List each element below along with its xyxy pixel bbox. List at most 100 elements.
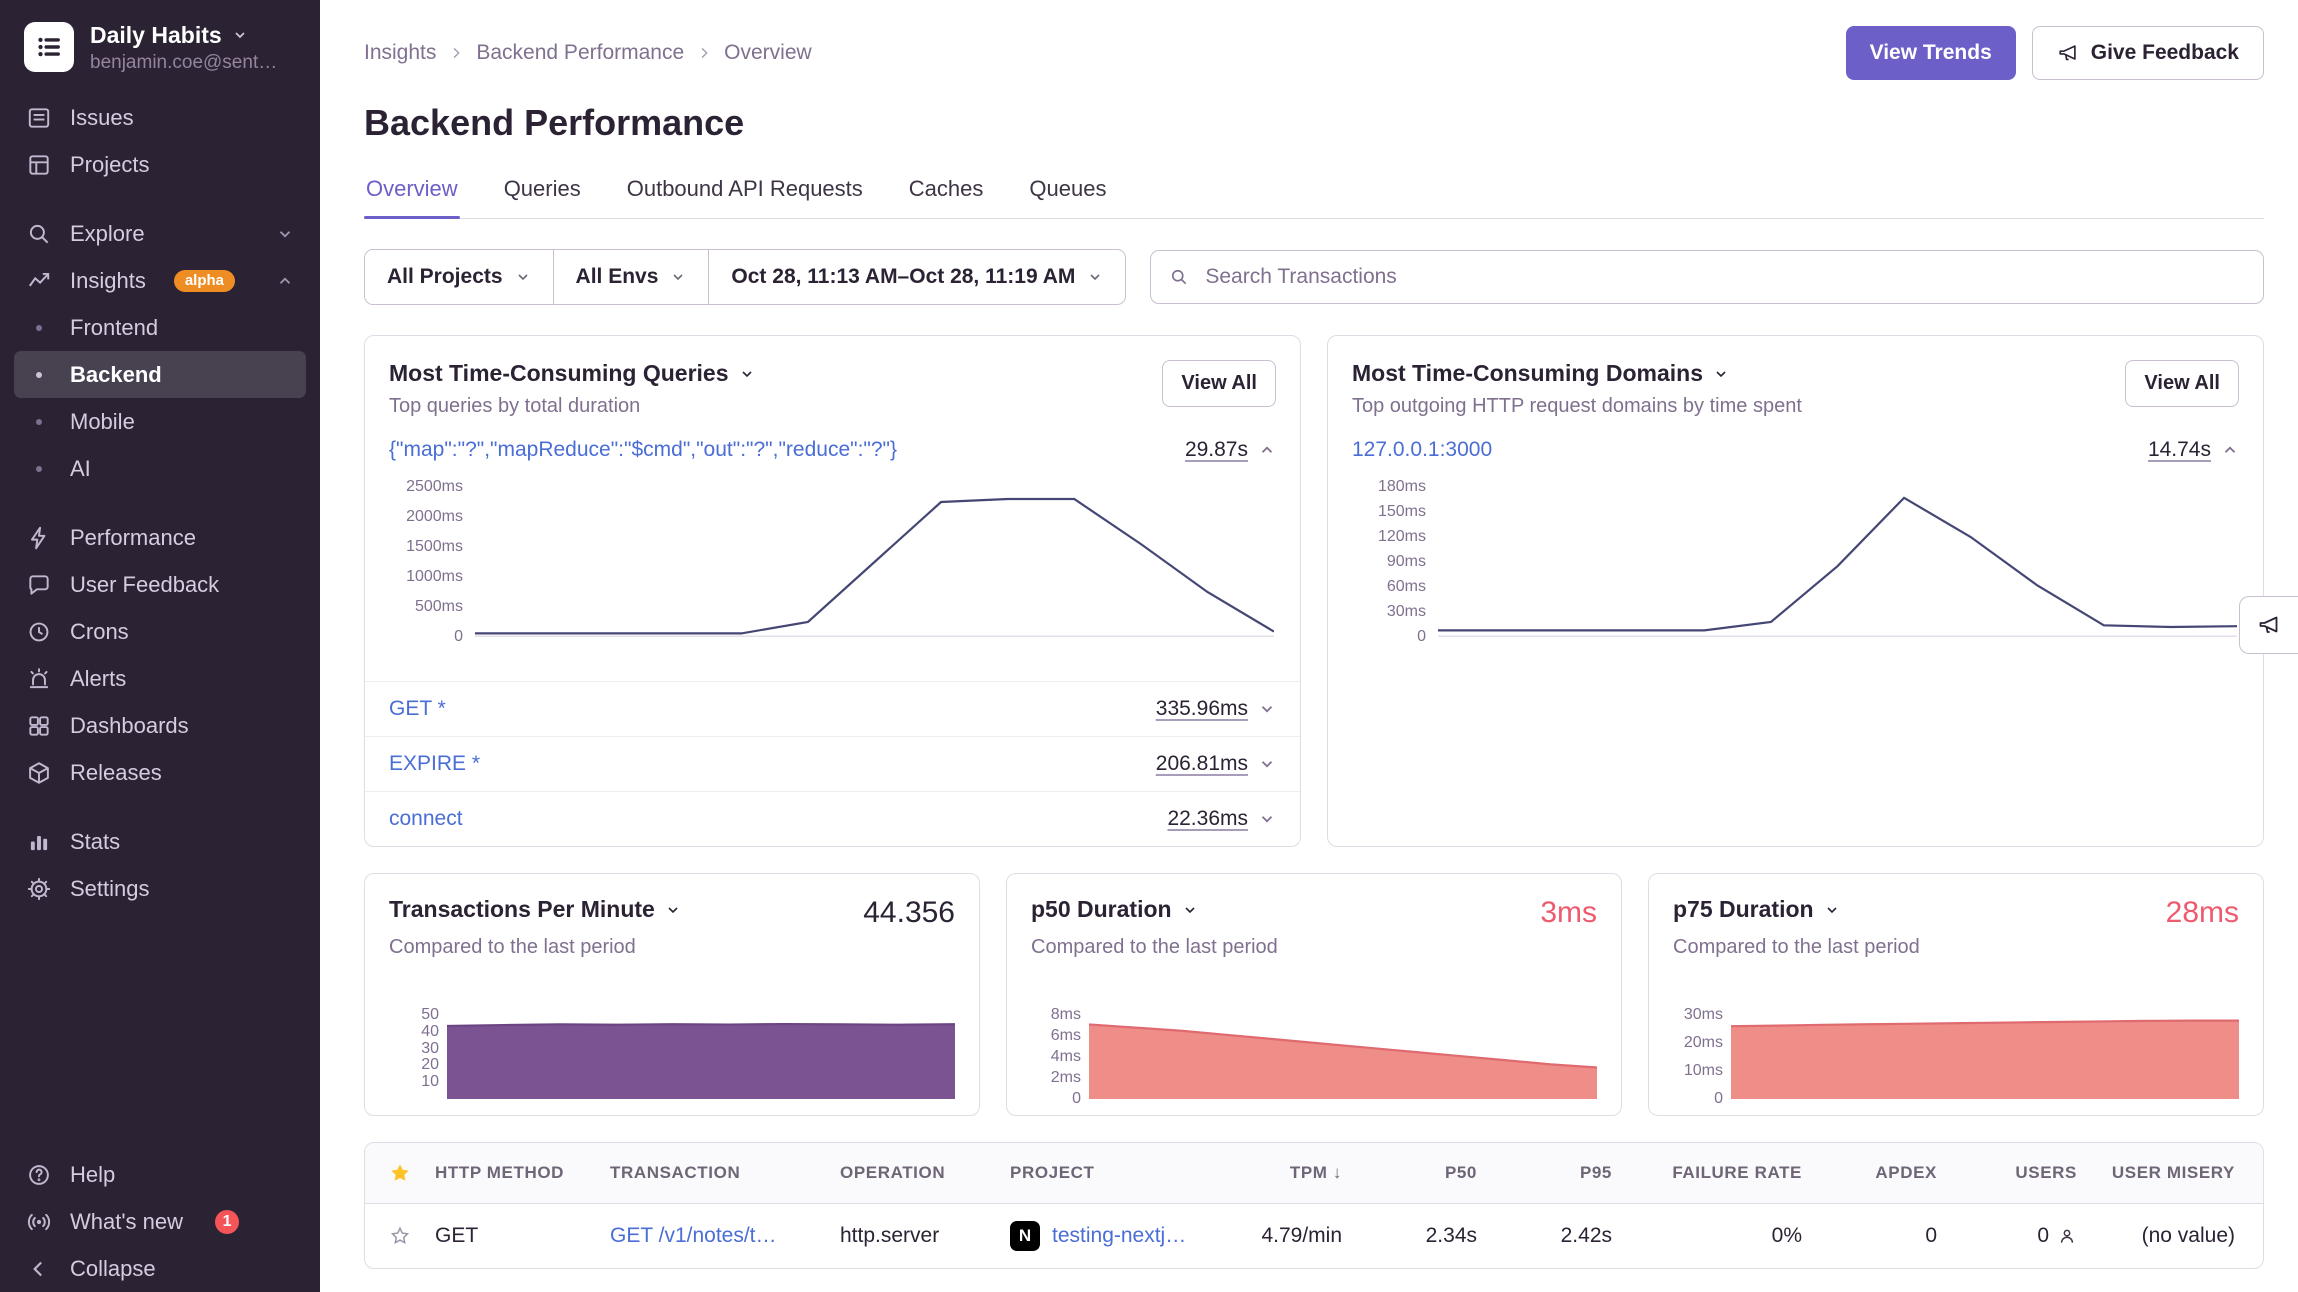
- header-transaction[interactable]: TRANSACTION: [610, 1163, 840, 1183]
- org-switcher[interactable]: Daily Habits benjamin.coe@sent…: [14, 18, 306, 94]
- favorite-toggle[interactable]: [365, 1225, 435, 1247]
- tab-caches[interactable]: Caches: [907, 176, 986, 218]
- p75-subtitle: Compared to the last period: [1673, 936, 2239, 959]
- domain-row-expanded: 127.0.0.1:3000 14.74s: [1328, 432, 2263, 477]
- y-axis-ticks: 5040302010: [389, 1015, 447, 1099]
- queries-view-all-button[interactable]: View All: [1162, 360, 1276, 407]
- header-tpm-sorted[interactable]: TPM ↓: [1210, 1163, 1370, 1183]
- tab-outbound-api-requests[interactable]: Outbound API Requests: [625, 176, 865, 218]
- header-users[interactable]: USERS: [1965, 1163, 2105, 1183]
- breadcrumb-backend-performance[interactable]: Backend Performance: [476, 41, 684, 65]
- header-failure-rate[interactable]: FAILURE RATE: [1640, 1163, 1830, 1183]
- sidebar-collapse-button[interactable]: Collapse: [14, 1245, 306, 1292]
- project-link[interactable]: testing-nextj…: [1052, 1224, 1186, 1248]
- feedback-float-button[interactable]: [2239, 596, 2298, 654]
- tab-queues[interactable]: Queues: [1027, 176, 1108, 218]
- date-range-filter[interactable]: Oct 28, 11:13 AM–Oct 28, 11:19 AM: [708, 250, 1125, 304]
- header-project[interactable]: PROJECT: [1010, 1163, 1210, 1183]
- favorite-column-header[interactable]: [365, 1162, 435, 1184]
- cell-apdex: 0: [1830, 1224, 1965, 1248]
- search-icon: [26, 221, 52, 247]
- transaction-link[interactable]: GET /v1/notes/t…: [610, 1224, 777, 1248]
- p50-subtitle: Compared to the last period: [1031, 936, 1597, 959]
- sidebar-item-projects[interactable]: Projects: [14, 141, 306, 188]
- query-link[interactable]: EXPIRE *: [389, 752, 480, 776]
- breadcrumb: Insights Backend Performance Overview: [364, 41, 812, 65]
- sidebar-item-performance[interactable]: Performance: [14, 514, 306, 561]
- view-trends-button[interactable]: View Trends: [1846, 26, 2016, 80]
- chevron-down-icon: [739, 366, 755, 382]
- sidebar-item-dashboards[interactable]: Dashboards: [14, 702, 306, 749]
- p75-value: 28ms: [2166, 896, 2239, 930]
- p75-card-title-dropdown[interactable]: p75 Duration: [1673, 896, 1840, 923]
- tab-queries[interactable]: Queries: [502, 176, 583, 218]
- query-row: EXPIRE * 206.81ms: [365, 736, 1300, 791]
- sidebar-item-mobile[interactable]: Mobile: [14, 398, 306, 445]
- domain-link[interactable]: 127.0.0.1:3000: [1352, 438, 1492, 462]
- sidebar-item-alerts[interactable]: Alerts: [14, 655, 306, 702]
- chart-plot: [1731, 1015, 2239, 1099]
- table-row: GET GET /v1/notes/t… http.server N testi…: [365, 1204, 2263, 1268]
- header-p50[interactable]: P50: [1370, 1163, 1505, 1183]
- query-duration-toggle[interactable]: 206.81ms: [1156, 752, 1276, 776]
- sidebar-item-backend[interactable]: Backend: [14, 351, 306, 398]
- sidebar-item-ai[interactable]: AI: [14, 445, 306, 492]
- query-row: connect 22.36ms: [365, 791, 1300, 846]
- query-duration-toggle[interactable]: 335.96ms: [1156, 697, 1276, 721]
- query-row-expanded: {"map":"?","mapReduce":"$cmd","out":"?",…: [365, 432, 1300, 477]
- sidebar-item-whats-new[interactable]: What's new 1: [14, 1198, 306, 1245]
- queries-panel-title-dropdown[interactable]: Most Time-Consuming Queries: [389, 360, 755, 387]
- sidebar-item-settings[interactable]: Settings: [14, 865, 306, 912]
- tpm-card-title-dropdown[interactable]: Transactions Per Minute: [389, 896, 681, 923]
- sidebar-item-issues[interactable]: Issues: [14, 94, 306, 141]
- sidebar-item-user-feedback[interactable]: User Feedback: [14, 561, 306, 608]
- query-link[interactable]: GET *: [389, 697, 446, 721]
- query-link[interactable]: {"map":"?","mapReduce":"$cmd","out":"?",…: [389, 438, 897, 462]
- domains-view-all-button[interactable]: View All: [2125, 360, 2239, 407]
- sidebar: Daily Habits benjamin.coe@sent… Issues P…: [0, 0, 320, 1292]
- p50-card-title-dropdown[interactable]: p50 Duration: [1031, 896, 1198, 923]
- domain-duration-toggle[interactable]: 14.74s: [2148, 438, 2239, 462]
- sidebar-item-stats[interactable]: Stats: [14, 818, 306, 865]
- sidebar-item-insights[interactable]: Insights alpha: [14, 257, 306, 304]
- query-duration-toggle[interactable]: 22.36ms: [1167, 807, 1276, 831]
- chevron-down-icon: [1713, 366, 1729, 382]
- tab-overview[interactable]: Overview: [364, 176, 460, 218]
- sidebar-item-help[interactable]: Help: [14, 1151, 306, 1198]
- breadcrumb-insights[interactable]: Insights: [364, 41, 436, 65]
- chart-plot: [475, 487, 1274, 637]
- cell-tpm: 4.79/min: [1210, 1224, 1370, 1248]
- give-feedback-button[interactable]: Give Feedback: [2032, 26, 2264, 80]
- project-filter[interactable]: All Projects: [365, 250, 553, 304]
- org-email: benjamin.coe@sent…: [90, 52, 277, 74]
- header-p95[interactable]: P95: [1505, 1163, 1640, 1183]
- sidebar-item-explore[interactable]: Explore: [14, 210, 306, 257]
- bullet-icon: [26, 466, 52, 472]
- tpm-subtitle: Compared to the last period: [389, 936, 955, 959]
- chevron-down-icon: [232, 27, 248, 43]
- header-operation[interactable]: OPERATION: [840, 1163, 1010, 1183]
- environment-filter[interactable]: All Envs: [553, 250, 709, 304]
- header-user-misery[interactable]: USER MISERY: [2105, 1163, 2263, 1183]
- gear-icon: [26, 876, 52, 902]
- sidebar-footer: Help What's new 1 Collapse: [14, 1151, 306, 1292]
- whats-new-badge: 1: [215, 1210, 239, 1234]
- search-input[interactable]: [1203, 264, 2245, 290]
- sidebar-item-frontend[interactable]: Frontend: [14, 304, 306, 351]
- alpha-badge: alpha: [174, 270, 235, 293]
- sidebar-item-releases[interactable]: Releases: [14, 749, 306, 796]
- domains-panel: Most Time-Consuming Domains Top outgoing…: [1327, 335, 2264, 847]
- query-link[interactable]: connect: [389, 807, 463, 831]
- header-apdex[interactable]: APDEX: [1830, 1163, 1965, 1183]
- domains-panel-subtitle: Top outgoing HTTP request domains by tim…: [1352, 395, 1802, 418]
- domains-chart: 180ms150ms120ms90ms60ms30ms0: [1328, 487, 2263, 637]
- megaphone-icon: [2057, 42, 2079, 64]
- bar-chart-icon: [26, 829, 52, 855]
- y-axis-ticks: 2500ms2000ms1500ms1000ms500ms0: [365, 487, 475, 637]
- domains-panel-title-dropdown[interactable]: Most Time-Consuming Domains: [1352, 360, 1802, 387]
- header-http-method[interactable]: HTTP METHOD: [435, 1163, 610, 1183]
- chevron-down-icon: [1258, 700, 1276, 718]
- issues-icon: [26, 105, 52, 131]
- query-duration-toggle[interactable]: 29.87s: [1185, 438, 1276, 462]
- sidebar-item-crons[interactable]: Crons: [14, 608, 306, 655]
